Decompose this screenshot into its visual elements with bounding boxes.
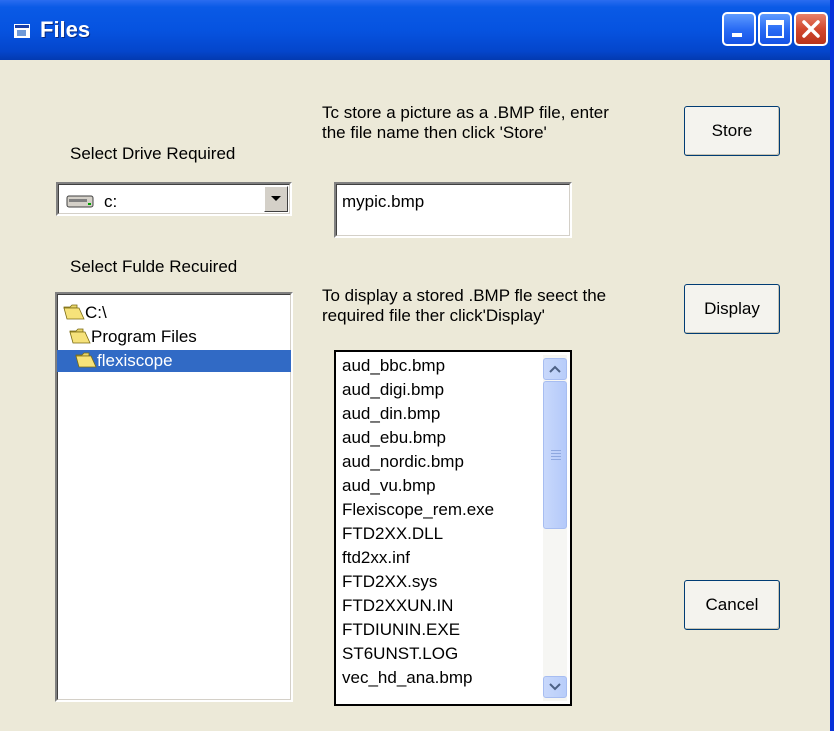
filename-input[interactable]: mypic.bmp xyxy=(334,182,572,238)
drive-label: Select Drive Required xyxy=(70,144,236,163)
open-folder-icon xyxy=(69,328,91,344)
window-title: Files xyxy=(40,17,91,42)
folder-item-label: C:\ xyxy=(85,303,107,322)
file-list-item[interactable]: aud_ebu.bmp xyxy=(342,428,446,450)
chevron-up-icon xyxy=(549,365,561,373)
store-instruction-line1: Tc store a picture as a .BMP file, enter xyxy=(322,103,609,122)
file-list-item[interactable]: FTD2XX.sys xyxy=(342,572,437,594)
folder-label: Select Fulde Recuired xyxy=(70,257,238,276)
file-list-item[interactable]: aud_vu.bmp xyxy=(342,476,436,498)
chevron-down-icon xyxy=(271,196,281,201)
display-instruction-line1: To display a stored .BMP fle seect the xyxy=(322,286,607,305)
drive-icon xyxy=(66,195,94,208)
scroll-down-button[interactable] xyxy=(543,676,567,698)
file-list-item[interactable]: aud_nordic.bmp xyxy=(342,452,464,474)
folder-item-c-root[interactable]: C:\ xyxy=(57,302,291,324)
drive-select[interactable]: c: xyxy=(56,182,292,216)
file-list-scrollbar[interactable] xyxy=(543,355,567,701)
title-bar[interactable]: Files xyxy=(0,0,830,60)
folder-item-program-files[interactable]: Program Files xyxy=(57,326,291,348)
file-list[interactable]: aud_bbc.bmp aud_digi.bmp aud_din.bmp aud_eb… xyxy=(334,350,572,706)
open-folder-icon xyxy=(63,304,85,320)
file-list-item[interactable]: ST6UNST.LOG xyxy=(342,644,458,666)
maximize-button[interactable] xyxy=(758,12,792,46)
scroll-thumb[interactable] xyxy=(543,381,567,529)
display-instruction-line2: required file ther click'Display' xyxy=(322,306,545,325)
filename-value: mypic.bmp xyxy=(342,192,425,211)
folder-list[interactable]: C:\ Program Files flexiscope xyxy=(55,292,293,702)
folder-item-flexiscope[interactable]: flexiscope xyxy=(57,350,291,372)
file-list-item[interactable]: FTD2XXUN.IN xyxy=(342,596,453,618)
drive-dropdown-button[interactable] xyxy=(264,186,288,212)
file-list-item[interactable]: FTD2XX.DLL xyxy=(342,524,443,546)
file-list-item[interactable]: vec_hd_ana.bmp xyxy=(342,668,472,690)
file-list-item[interactable]: aud_din.bmp xyxy=(342,404,440,426)
close-icon xyxy=(802,20,820,38)
open-folder-icon xyxy=(75,352,97,368)
scroll-up-button[interactable] xyxy=(543,358,567,380)
chevron-down-icon xyxy=(549,683,561,691)
folder-item-label: Program Files xyxy=(91,327,197,346)
store-button[interactable]: Store xyxy=(684,106,780,156)
folder-item-label: flexiscope xyxy=(97,351,173,370)
drive-value: c: xyxy=(104,192,118,211)
close-button[interactable] xyxy=(794,12,828,46)
minimize-icon xyxy=(732,33,742,37)
minimize-button[interactable] xyxy=(722,12,756,46)
file-list-item[interactable]: FTDIUNIN.EXE xyxy=(342,620,460,642)
file-list-item[interactable]: aud_bbc.bmp xyxy=(342,356,445,378)
app-icon xyxy=(14,24,30,38)
files-window: Files Select Drive Required c: Select Fu… xyxy=(0,0,834,731)
maximize-icon xyxy=(766,20,784,38)
display-button[interactable]: Display xyxy=(684,284,780,334)
file-list-item[interactable]: aud_digi.bmp xyxy=(342,380,444,402)
store-instruction-line2: the file name then click 'Store' xyxy=(322,123,547,142)
file-list-item[interactable]: Flexiscope_rem.exe xyxy=(342,500,494,522)
file-list-item[interactable]: ftd2xx.inf xyxy=(342,548,410,570)
cancel-button[interactable]: Cancel xyxy=(684,580,780,630)
